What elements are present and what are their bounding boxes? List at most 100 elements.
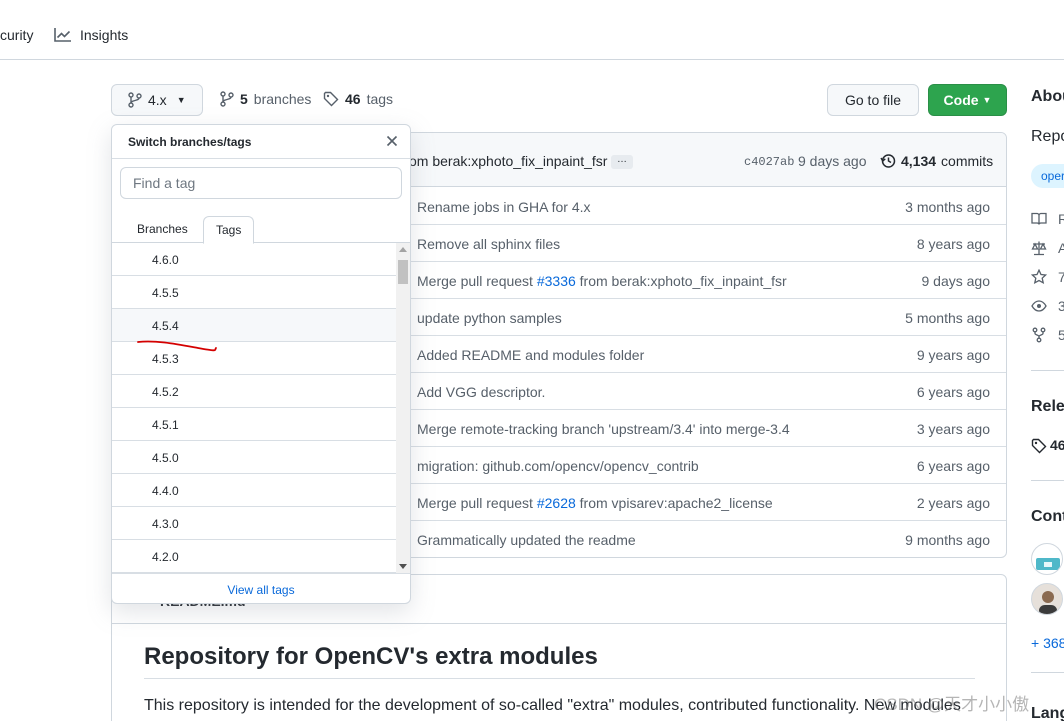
commits-link[interactable]: 4,134 commits bbox=[880, 153, 993, 169]
list-item[interactable]: 4.6.0 bbox=[112, 243, 396, 276]
watermark: CSDN @天才小小傲 bbox=[874, 695, 1030, 714]
commit-message-link[interactable]: update python samples bbox=[417, 310, 562, 326]
tab-security[interactable]: curity bbox=[0, 27, 33, 43]
divider bbox=[1031, 672, 1064, 673]
readme-paragraph: This repository is intended for the deve… bbox=[144, 697, 961, 714]
commit-message-link[interactable]: Rename jobs in GHA for 4.x bbox=[417, 199, 591, 215]
tab-branches[interactable]: Branches bbox=[125, 216, 200, 243]
latest-commit-message[interactable]: om berak:xphoto_fix_inpaint_fsr bbox=[409, 153, 607, 169]
stars-count[interactable]: 7 bbox=[1058, 269, 1064, 285]
releases-count[interactable]: 46 bbox=[1050, 437, 1064, 453]
list-item[interactable]: 4.3.0 bbox=[112, 507, 396, 540]
tags-link[interactable]: 46 tags bbox=[323, 91, 393, 107]
graph-icon bbox=[54, 28, 71, 42]
divider bbox=[1031, 480, 1064, 481]
repo-description: Repo bbox=[1031, 128, 1064, 145]
avatar-image bbox=[1039, 591, 1057, 614]
commits-count: 4,134 bbox=[901, 153, 937, 169]
scrollbar[interactable] bbox=[396, 243, 410, 573]
go-to-file-button[interactable]: Go to file bbox=[827, 84, 919, 116]
divider bbox=[1031, 370, 1064, 371]
commit-rows: Rename jobs in GHA for 4.x 3 months ago R… bbox=[396, 188, 1006, 557]
tags-count: 46 bbox=[345, 91, 361, 107]
tab-tags[interactable]: Tags bbox=[203, 216, 255, 244]
branch-select-button[interactable]: 4.x ▼ bbox=[111, 84, 203, 116]
history-icon bbox=[880, 154, 896, 168]
pull-request-link[interactable]: #3336 bbox=[537, 273, 576, 289]
commit-age: 5 months ago bbox=[905, 310, 990, 326]
table-row: Merge pull request #2628 from vpisarev:a… bbox=[396, 484, 1006, 521]
topic-tag[interactable]: oper bbox=[1031, 164, 1064, 188]
close-icon[interactable] bbox=[384, 133, 400, 149]
table-row: Grammatically updated the readme 9 months… bbox=[396, 521, 1006, 557]
branches-link[interactable]: 5 branches bbox=[220, 91, 311, 107]
commit-age: 6 years ago bbox=[916, 458, 990, 474]
commit-message-link[interactable]: Merge pull request #3336 from berak:xpho… bbox=[417, 273, 787, 289]
branch-name: 4.x bbox=[148, 92, 167, 108]
branches-label: branches bbox=[253, 91, 312, 107]
switch-branches-tags-dropdown: Switch branches/tags Branches Tags 4.6.0… bbox=[111, 124, 411, 604]
commit-age: 3 years ago bbox=[916, 421, 990, 437]
commit-age: 8 years ago bbox=[916, 236, 990, 252]
commit-age: 2 years ago bbox=[916, 495, 990, 511]
releases-heading[interactable]: Relea bbox=[1031, 398, 1064, 416]
commit-message-link[interactable]: Add VGG descriptor. bbox=[417, 384, 545, 400]
table-row: Remove all sphinx files 8 years ago bbox=[396, 225, 1006, 262]
list-item[interactable]: 4.2.0 bbox=[112, 540, 396, 573]
license-link[interactable]: A bbox=[1058, 240, 1064, 256]
table-row: migration: github.com/opencv/opencv_cont… bbox=[396, 447, 1006, 484]
list-item[interactable]: 4.5.5 bbox=[112, 276, 396, 309]
more-contributors-link[interactable]: + 368 bbox=[1031, 635, 1064, 651]
languages-heading: Lang bbox=[1031, 705, 1064, 721]
avatar[interactable] bbox=[1031, 543, 1063, 575]
commit-age: 9 months ago bbox=[905, 532, 990, 548]
dropdown-header: Switch branches/tags bbox=[112, 125, 410, 159]
commit-message-link[interactable]: Grammatically updated the readme bbox=[417, 532, 636, 548]
find-tag-input[interactable] bbox=[120, 167, 402, 199]
commit-message-link[interactable]: Added README and modules folder bbox=[417, 347, 644, 363]
readme-link[interactable]: R bbox=[1058, 211, 1064, 227]
list-item[interactable]: 4.4.0 bbox=[112, 474, 396, 507]
tag-icon bbox=[1031, 438, 1047, 454]
dropdown-title: Switch branches/tags bbox=[128, 135, 252, 149]
readme-heading: Repository for OpenCV's extra modules bbox=[144, 643, 598, 670]
table-row: Added README and modules folder 9 years a… bbox=[396, 336, 1006, 373]
contributors-heading[interactable]: Cont bbox=[1031, 508, 1064, 526]
commit-message-link[interactable]: Merge remote-tracking branch 'upstream/3… bbox=[417, 421, 790, 437]
red-underline-annotation bbox=[137, 340, 217, 352]
eye-icon bbox=[1031, 300, 1047, 312]
commit-message-link[interactable]: Remove all sphinx files bbox=[417, 236, 560, 252]
caret-down-icon: ▼ bbox=[982, 95, 992, 105]
table-row: Rename jobs in GHA for 4.x 3 months ago bbox=[396, 188, 1006, 225]
tab-insights[interactable]: Insights bbox=[54, 27, 128, 43]
law-icon bbox=[1031, 241, 1047, 256]
expand-commit-button[interactable]: … bbox=[611, 155, 633, 169]
commit-message-link[interactable]: migration: github.com/opencv/opencv_cont… bbox=[417, 458, 699, 474]
commit-age: 3 months ago bbox=[905, 199, 990, 215]
scroll-up-icon[interactable] bbox=[399, 247, 407, 252]
avatar[interactable] bbox=[1031, 583, 1063, 615]
commit-age: 6 years ago bbox=[916, 384, 990, 400]
tag-list: 4.6.0 4.5.5 4.5.4 4.5.3 4.5.2 4.5.1 4.5.… bbox=[112, 243, 396, 573]
book-icon bbox=[1031, 212, 1047, 225]
git-branch-icon bbox=[220, 91, 234, 107]
scroll-down-icon[interactable] bbox=[399, 564, 407, 569]
fork-icon bbox=[1032, 327, 1046, 343]
watchers-count[interactable]: 3 bbox=[1058, 298, 1064, 314]
latest-commit-header: om berak:xphoto_fix_inpaint_fsr … c4027a… bbox=[396, 133, 1006, 187]
commit-sha[interactable]: c4027ab bbox=[744, 155, 794, 169]
dropdown-tabs: Branches Tags bbox=[112, 208, 410, 244]
table-row: Add VGG descriptor. 6 years ago bbox=[396, 373, 1006, 410]
pull-request-link[interactable]: #2628 bbox=[537, 495, 576, 511]
caret-down-icon: ▼ bbox=[176, 95, 186, 105]
scrollbar-thumb[interactable] bbox=[398, 260, 408, 284]
list-item[interactable]: 4.5.2 bbox=[112, 375, 396, 408]
code-button[interactable]: Code ▼ bbox=[928, 84, 1007, 116]
table-row: Merge pull request #3336 from berak:xpho… bbox=[396, 262, 1006, 299]
commit-message-link[interactable]: Merge pull request #2628 from vpisarev:a… bbox=[417, 495, 773, 511]
view-all-tags-link[interactable]: View all tags bbox=[112, 573, 410, 603]
list-item[interactable]: 4.5.0 bbox=[112, 441, 396, 474]
forks-count[interactable]: 5 bbox=[1058, 327, 1064, 343]
git-branch-icon bbox=[128, 92, 142, 108]
list-item[interactable]: 4.5.1 bbox=[112, 408, 396, 441]
